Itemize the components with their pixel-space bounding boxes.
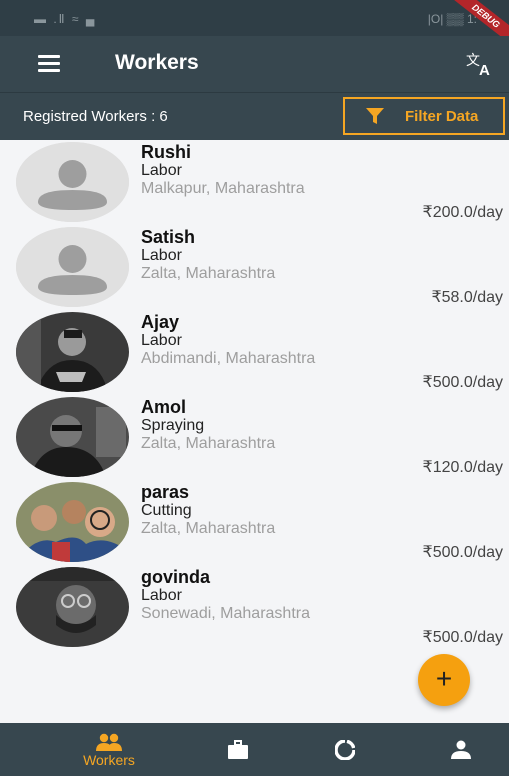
worker-info: Satish Labor Zalta, Maharashtra	[141, 227, 275, 283]
worker-work-type: Spraying	[141, 417, 205, 434]
worker-daily-rate: ₹500.0/day	[422, 629, 503, 646]
worker-location: Zalta, Maharashtra	[141, 520, 276, 537]
worker-info: govinda Labor Sonewadi, Maharashtra	[141, 567, 310, 623]
nav-item-jobs[interactable]	[193, 723, 283, 776]
donut-chart-icon	[335, 740, 355, 760]
person-icon	[451, 740, 471, 759]
worker-list-item[interactable]: govinda Labor Sonewadi, Maharashtra ₹500.0/…	[0, 565, 509, 650]
worker-list-item[interactable]: Satish Labor Zalta, Maharashtra ₹58.0/day	[0, 225, 509, 310]
avatar	[16, 227, 129, 307]
avatar	[16, 142, 129, 222]
worker-daily-rate: ₹500.0/day	[422, 374, 503, 391]
worker-name: Ajay	[141, 312, 180, 332]
avatar	[16, 482, 129, 562]
svg-text:文: 文	[466, 53, 480, 69]
worker-location: Abdimandi, Maharashtra	[141, 350, 316, 367]
funnel-icon	[366, 108, 384, 124]
nav-label-workers: Workers	[83, 752, 135, 768]
nav-item-workers[interactable]: Workers	[64, 723, 154, 776]
worker-location: Malkapur, Maharashtra	[141, 180, 305, 197]
worker-info: Ajay Labor Abdimandi, Maharashtra	[141, 312, 315, 368]
nav-item-stats[interactable]	[300, 723, 390, 776]
status-icons-left: ▬ .Ⅱ ≈ ▄	[34, 12, 97, 26]
worker-daily-rate: ₹58.0/day	[431, 289, 503, 306]
worker-work-type: Labor	[141, 162, 182, 179]
add-worker-button[interactable]: +	[418, 654, 470, 706]
bottom-navigation: Workers	[0, 723, 509, 776]
svg-text:A: A	[479, 62, 490, 78]
worker-daily-rate: ₹500.0/day	[422, 544, 503, 561]
worker-location: Zalta, Maharashtra	[141, 435, 276, 452]
page-title: Workers	[115, 51, 199, 74]
worker-list-item[interactable]: paras Cutting Zalta, Maharashtra ₹500.0/day	[0, 480, 509, 565]
worker-name: Amol	[141, 397, 186, 417]
nav-item-profile[interactable]	[416, 723, 506, 776]
filter-bar: Registred Workers : 6 Filter Data	[0, 92, 509, 140]
worker-name: Rushi	[141, 142, 192, 162]
avatar	[16, 397, 129, 477]
filter-data-label: Filter Data	[405, 107, 479, 125]
worker-name: Satish	[141, 227, 196, 247]
worker-work-type: Cutting	[141, 502, 192, 519]
worker-info: paras Cutting Zalta, Maharashtra	[141, 482, 275, 538]
workers-list: Rushi Labor Malkapur, Maharashtra ₹200.0/da…	[0, 140, 509, 650]
worker-info: Rushi Labor Malkapur, Maharashtra	[141, 142, 305, 198]
people-icon	[96, 733, 122, 751]
worker-info: Amol Spraying Zalta, Maharashtra	[141, 397, 275, 453]
avatar	[16, 567, 129, 647]
status-bar: ▬ .Ⅱ ≈ ▄ |O| ▒▒ 1: DEBUG	[0, 0, 509, 50]
avatar	[16, 312, 129, 392]
worker-list-item[interactable]: Rushi Labor Malkapur, Maharashtra ₹200.0/da…	[0, 140, 509, 225]
briefcase-icon	[228, 740, 248, 759]
worker-name: paras	[141, 482, 190, 502]
filter-data-button[interactable]: Filter Data	[343, 97, 505, 135]
worker-location: Zalta, Maharashtra	[141, 265, 276, 282]
worker-list-item[interactable]: Amol Spraying Zalta, Maharashtra ₹120.0/day	[0, 395, 509, 480]
worker-location: Sonewadi, Maharashtra	[141, 605, 310, 622]
worker-list-item[interactable]: Ajay Labor Abdimandi, Maharashtra ₹500.0/da…	[0, 310, 509, 395]
worker-work-type: Labor	[141, 332, 182, 349]
translate-icon[interactable]: 文 A	[465, 50, 495, 78]
app-bar: Workers 文 A	[0, 36, 509, 92]
worker-daily-rate: ₹120.0/day	[422, 459, 503, 476]
status-icons-right: |O| ▒▒ 1:	[427, 12, 477, 26]
worker-work-type: Labor	[141, 247, 182, 264]
worker-daily-rate: ₹200.0/day	[422, 204, 503, 221]
worker-work-type: Labor	[141, 587, 182, 604]
registered-workers-count: Registred Workers : 6	[23, 108, 168, 125]
menu-icon[interactable]	[38, 55, 60, 72]
worker-name: govinda	[141, 567, 211, 587]
